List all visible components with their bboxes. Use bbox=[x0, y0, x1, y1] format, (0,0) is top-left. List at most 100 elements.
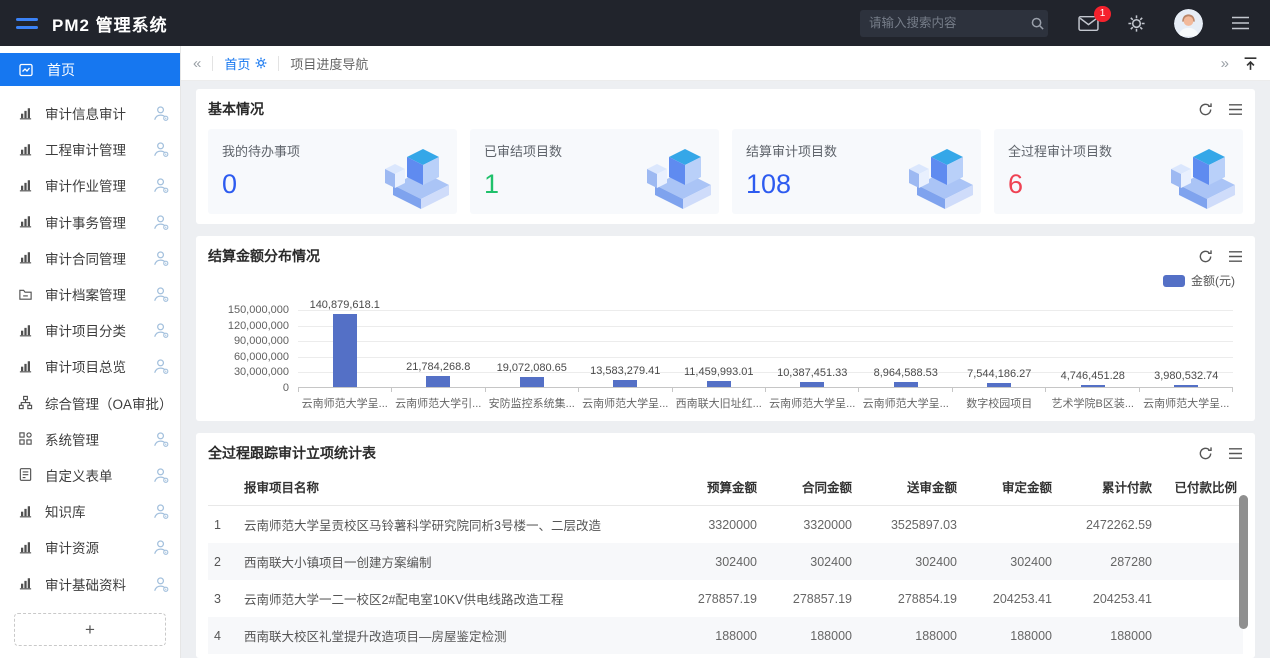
sidebar-item[interactable]: 工程审计管理 bbox=[0, 131, 180, 167]
table-column-header: 累计付款 bbox=[1058, 467, 1158, 506]
bar-chart: 150,000,000120,000,00090,000,00060,000,0… bbox=[208, 310, 1243, 411]
tab-bar: « 首页 项目进度导航 » bbox=[181, 46, 1270, 81]
sidebar-item-label: 审计档案管理 bbox=[45, 284, 140, 304]
search-icon[interactable] bbox=[1030, 16, 1045, 31]
menu-icon[interactable] bbox=[1231, 16, 1250, 30]
person-gear-icon[interactable] bbox=[152, 430, 170, 448]
person-gear-icon[interactable] bbox=[152, 502, 170, 520]
y-tick-label: 30,000,000 bbox=[234, 366, 289, 378]
table-row: 3云南师范大学一二一校区2#配电室10KV供电线路改造工程278857.1927… bbox=[208, 580, 1243, 617]
sidebar-item[interactable]: 综合管理（OA审批） bbox=[0, 385, 180, 421]
sidebar-item[interactable]: 知识库 bbox=[0, 493, 180, 529]
person-gear-icon[interactable] bbox=[152, 104, 170, 122]
sidebar-item-home[interactable]: 首页 bbox=[0, 53, 180, 86]
refresh-icon[interactable] bbox=[1198, 249, 1213, 264]
global-search[interactable] bbox=[860, 10, 1048, 37]
tab-project-progress[interactable]: 项目进度导航 bbox=[290, 54, 368, 73]
sidebar-item-label: 审计作业管理 bbox=[45, 175, 140, 195]
person-gear-icon[interactable] bbox=[152, 466, 170, 484]
sidebar-item[interactable]: 审计项目分类 bbox=[0, 312, 180, 348]
tab-gear-icon[interactable] bbox=[255, 57, 267, 69]
search-input[interactable] bbox=[869, 16, 1030, 30]
amount-cell bbox=[1158, 543, 1243, 580]
sidebar-item[interactable]: 审计作业管理 bbox=[0, 167, 180, 203]
chart-bar bbox=[1174, 385, 1198, 387]
table-column-header: 已付款比例 bbox=[1158, 467, 1243, 506]
y-tick-label: 60,000,000 bbox=[234, 351, 289, 363]
table-scrollbar-thumb[interactable] bbox=[1239, 495, 1248, 629]
project-name: 云南师范大学一二一校区2#配电室10KV供电线路改造工程 bbox=[238, 580, 673, 617]
person-gear-icon[interactable] bbox=[152, 321, 170, 339]
sidebar-item[interactable]: 审计资源 bbox=[0, 529, 180, 565]
collapse-panel-icon[interactable] bbox=[1243, 56, 1258, 71]
tabs-scroll-left-icon[interactable]: « bbox=[193, 55, 201, 72]
amount-cell: 3320000 bbox=[673, 506, 763, 544]
row-index: 1 bbox=[208, 506, 238, 544]
sidebar-item[interactable]: 审计合同管理 bbox=[0, 240, 180, 276]
amount-cell: 188000 bbox=[963, 617, 1058, 654]
sidebar-item[interactable]: 审计信息审计 bbox=[0, 95, 180, 131]
card-menu-icon[interactable] bbox=[1228, 103, 1243, 116]
add-menu-button[interactable]: + bbox=[14, 613, 166, 646]
chart-bar bbox=[613, 380, 637, 387]
table-column-header: 送审金额 bbox=[858, 467, 963, 506]
amount-cell: 302400 bbox=[963, 543, 1058, 580]
stat-value: 0 bbox=[222, 169, 443, 200]
legend-swatch bbox=[1163, 275, 1185, 287]
person-gear-icon[interactable] bbox=[152, 249, 170, 267]
refresh-icon[interactable] bbox=[1198, 102, 1213, 117]
tab-label: 项目进度导航 bbox=[290, 54, 368, 73]
project-name: 西南联大校区礼堂提升改造项目—房屋鉴定检测 bbox=[238, 617, 673, 654]
card-basic-info: 基本情况 我的待办事项0已审结项目数1结算审计项目数108全过程审计项目数6 bbox=[196, 89, 1255, 224]
sidebar-item-label: 审计事务管理 bbox=[45, 212, 140, 232]
bar-chart-icon bbox=[18, 106, 33, 121]
sidebar-item-label: 系统管理 bbox=[45, 429, 140, 449]
person-gear-icon[interactable] bbox=[152, 357, 170, 375]
table-column-header: 审定金额 bbox=[963, 467, 1058, 506]
chart-bar bbox=[1081, 385, 1105, 387]
mail-icon[interactable]: 1 bbox=[1078, 15, 1099, 32]
person-gear-icon[interactable] bbox=[152, 140, 170, 158]
tabs-scroll-right-icon[interactable]: » bbox=[1221, 55, 1229, 72]
x-category-label: 数字校园项目 bbox=[953, 395, 1047, 411]
person-gear-icon[interactable] bbox=[152, 575, 170, 593]
sidebar-item[interactable]: 审计基础资料 bbox=[0, 565, 180, 601]
sidebar-toggle-icon[interactable] bbox=[16, 18, 38, 29]
settings-gear-icon[interactable] bbox=[1127, 14, 1146, 33]
sidebar-item[interactable]: 审计事务管理 bbox=[0, 204, 180, 240]
card-menu-icon[interactable] bbox=[1228, 250, 1243, 263]
tab-home[interactable]: 首页 bbox=[224, 54, 267, 73]
sidebar-item[interactable]: 系统管理 bbox=[0, 421, 180, 457]
person-gear-icon[interactable] bbox=[152, 176, 170, 194]
section-title: 基本情况 bbox=[208, 99, 264, 119]
person-gear-icon[interactable] bbox=[152, 285, 170, 303]
user-avatar[interactable] bbox=[1174, 9, 1203, 38]
card-menu-icon[interactable] bbox=[1228, 447, 1243, 460]
refresh-icon[interactable] bbox=[1198, 446, 1213, 461]
audit-projects-table: 报审项目名称预算金额合同金额送审金额审定金额累计付款已付款比例 1云南师范大学呈… bbox=[208, 467, 1243, 658]
bar-chart-icon bbox=[18, 142, 33, 157]
stat-card: 全过程审计项目数6 bbox=[994, 129, 1243, 214]
bar-value-label: 4,746,451.28 bbox=[1061, 370, 1125, 382]
amount-cell: 120815.44 bbox=[1058, 654, 1158, 658]
table-row: 2西南联大小镇项目一创建方案编制302400302400302400302400… bbox=[208, 543, 1243, 580]
amount-cell: 124552 bbox=[963, 654, 1058, 658]
sidebar-item[interactable]: 自定义表单 bbox=[0, 457, 180, 493]
stat-label: 结算审计项目数 bbox=[746, 141, 967, 160]
section-title: 全过程跟踪审计立项统计表 bbox=[208, 443, 376, 463]
chart-bar bbox=[426, 376, 450, 387]
x-category-label: 云南师范大学呈... bbox=[298, 395, 392, 411]
sidebar-item-label: 首页 bbox=[47, 60, 75, 80]
sidebar-item-label: 知识库 bbox=[45, 501, 140, 521]
chart-bar bbox=[520, 377, 544, 387]
sidebar-item[interactable]: 审计项目总览 bbox=[0, 348, 180, 384]
amount-cell: 126800 bbox=[673, 654, 763, 658]
table-row: 1云南师范大学呈贡校区马铃薯科学研究院同析3号楼一、二层改造3320000332… bbox=[208, 506, 1243, 544]
person-gear-icon[interactable] bbox=[152, 538, 170, 556]
row-index: 4 bbox=[208, 617, 238, 654]
sidebar-item[interactable]: 审计档案管理 bbox=[0, 276, 180, 312]
bar-value-label: 13,583,279.41 bbox=[590, 365, 660, 377]
stat-label: 我的待办事项 bbox=[222, 141, 443, 160]
person-gear-icon[interactable] bbox=[152, 213, 170, 231]
amount-cell: 3525897.03 bbox=[858, 506, 963, 544]
